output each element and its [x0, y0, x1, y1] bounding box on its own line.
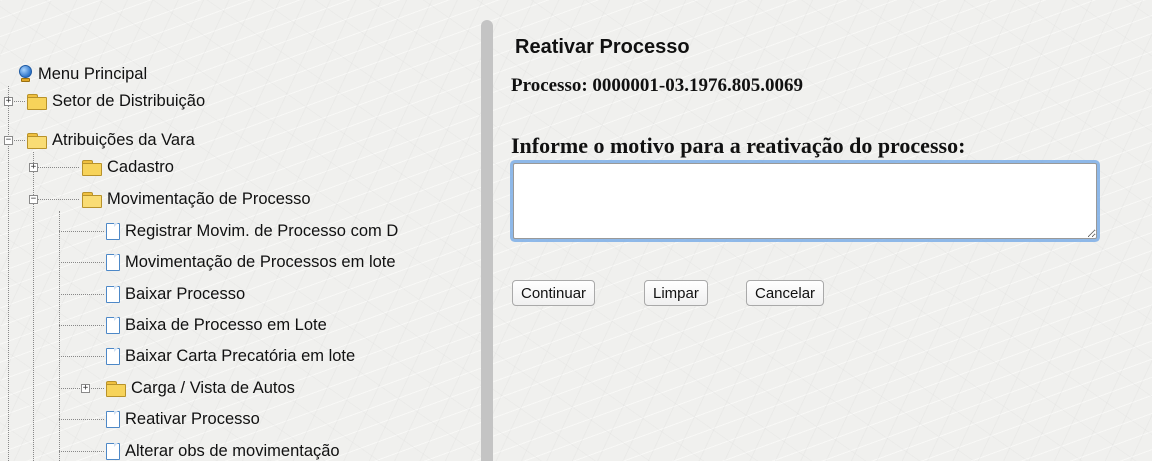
tree-line	[59, 325, 104, 326]
tree-item-label: Movimentação de Processos em lote	[125, 252, 396, 271]
tree-item-label: Baixar Processo	[125, 284, 246, 303]
main-panel: Reativar Processo Processo: 0000001-03.1…	[511, 0, 1131, 461]
document-icon	[106, 285, 120, 303]
tree-line	[59, 356, 104, 357]
folder-icon	[106, 380, 126, 397]
tree-root-label: Menu Principal	[38, 64, 148, 83]
folder-icon	[27, 93, 47, 110]
tree-line	[33, 167, 79, 168]
tree-line	[59, 451, 104, 452]
expand-icon[interactable]: +	[81, 384, 90, 393]
tree-item-label: Carga / Vista de Autos	[131, 378, 295, 397]
expand-icon[interactable]: +	[29, 163, 38, 172]
expand-icon[interactable]: +	[4, 97, 13, 106]
tree-item-label: Movimentação de Processo	[107, 189, 311, 208]
collapse-icon[interactable]: −	[4, 136, 13, 145]
tree-item-baixa-lote[interactable]: Baixa de Processo em Lote	[106, 314, 327, 336]
tree-item-label: Registrar Movim. de Processo com D	[125, 221, 399, 240]
motivo-textarea[interactable]	[513, 163, 1097, 239]
tree-line	[59, 262, 104, 263]
tree-item-label: Setor de Distribuição	[52, 91, 206, 110]
page-title: Reativar Processo	[515, 36, 690, 58]
cancelar-button[interactable]: Cancelar	[746, 280, 825, 306]
tree-line	[59, 419, 104, 420]
document-icon	[106, 316, 120, 334]
panel-splitter[interactable]	[481, 20, 493, 461]
folder-icon	[82, 159, 102, 176]
tree-item-label: Cadastro	[107, 157, 174, 176]
processo-number: Processo: 0000001-03.1976.805.0069	[511, 75, 804, 96]
tree-item-label: Baixa de Processo em Lote	[125, 315, 327, 334]
document-icon	[106, 253, 120, 271]
tree-line	[59, 211, 60, 461]
folder-open-icon	[82, 191, 102, 208]
document-icon	[106, 347, 120, 365]
tree-folder-setor-distribuicao[interactable]: Setor de Distribuição	[27, 90, 205, 112]
continuar-button[interactable]: Continuar	[512, 280, 596, 306]
tree-line	[59, 231, 104, 232]
document-icon	[106, 410, 120, 428]
tree-folder-movimentacao-processo[interactable]: Movimentação de Processo	[82, 188, 311, 210]
folder-open-icon	[27, 132, 47, 149]
tree-item-movimentacao-lote[interactable]: Movimentação de Processos em lote	[106, 251, 396, 273]
tree-item-label: Alterar obs de movimentação	[125, 441, 340, 460]
tree-line	[59, 294, 104, 295]
tree-item-label: Reativar Processo	[125, 409, 260, 428]
tree-folder-atribuicoes-vara[interactable]: Atribuições da Vara	[27, 129, 195, 151]
collapse-icon[interactable]: −	[29, 195, 38, 204]
tree-item-label: Atribuições da Vara	[52, 130, 195, 149]
document-icon	[106, 222, 120, 240]
navigation-tree: + − + − + Menu Principal Setor de Distri…	[0, 0, 480, 461]
tree-item-label: Baixar Carta Precatória em lote	[125, 346, 356, 365]
tree-line	[33, 199, 79, 200]
tree-root[interactable]: Menu Principal	[18, 63, 147, 85]
tree-item-baixar-carta-precatoria[interactable]: Baixar Carta Precatória em lote	[106, 345, 355, 367]
tree-folder-cadastro[interactable]: Cadastro	[82, 156, 174, 178]
limpar-button[interactable]: Limpar	[644, 280, 708, 306]
tree-item-alterar-obs[interactable]: Alterar obs de movimentação	[106, 440, 340, 461]
tree-item-reativar-processo[interactable]: Reativar Processo	[106, 408, 260, 430]
tree-item-baixar-processo[interactable]: Baixar Processo	[106, 283, 245, 305]
motivo-label: Informe o motivo para a reativação do pr…	[511, 133, 966, 158]
globe-icon	[18, 65, 33, 83]
tree-item-registrar-movim[interactable]: Registrar Movim. de Processo com D	[106, 220, 398, 242]
document-icon	[106, 442, 120, 460]
tree-folder-carga-vista[interactable]: Carga / Vista de Autos	[106, 377, 295, 399]
